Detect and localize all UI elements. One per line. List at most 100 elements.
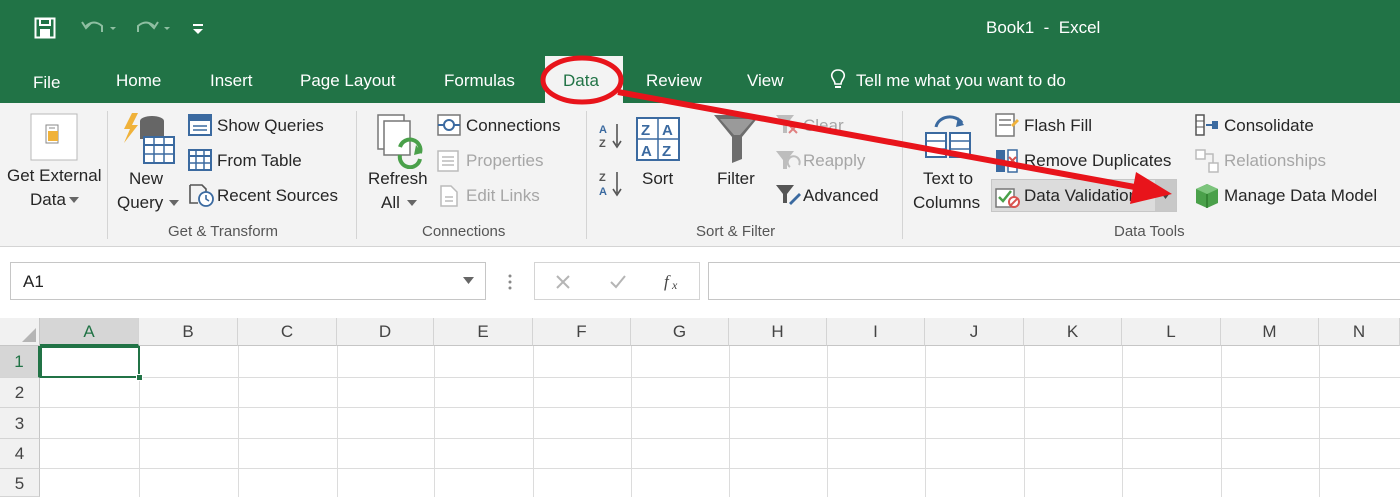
redo-icon[interactable] bbox=[132, 18, 172, 38]
from-table-icon[interactable] bbox=[188, 149, 212, 171]
flash-fill-icon[interactable] bbox=[995, 113, 1019, 137]
lightbulb-icon bbox=[830, 69, 846, 88]
connections-button[interactable]: Connections bbox=[466, 116, 561, 136]
refresh-all-label-1[interactable]: Refresh bbox=[368, 169, 428, 189]
name-box[interactable]: A1 bbox=[10, 262, 486, 300]
clear-button[interactable]: Clear bbox=[803, 116, 844, 136]
clear-filter-icon bbox=[776, 115, 798, 134]
formula-input[interactable] bbox=[708, 262, 1400, 300]
svg-text:f: f bbox=[664, 272, 671, 291]
row-header-5[interactable]: 5 bbox=[0, 469, 40, 497]
column-header-h[interactable]: H bbox=[729, 318, 827, 346]
column-header-c[interactable]: C bbox=[238, 318, 337, 346]
column-header-e[interactable]: E bbox=[434, 318, 533, 346]
tab-view[interactable]: View bbox=[747, 70, 784, 92]
customize-toolbar-icon[interactable] bbox=[190, 20, 206, 36]
data-validation-icon bbox=[995, 188, 1020, 208]
show-queries-button[interactable]: Show Queries bbox=[217, 116, 324, 136]
column-header-b[interactable]: B bbox=[139, 318, 238, 346]
column-header-j[interactable]: J bbox=[925, 318, 1024, 346]
advanced-button[interactable]: Advanced bbox=[803, 186, 879, 206]
recent-sources-icon[interactable] bbox=[188, 183, 214, 207]
column-header-a[interactable]: A bbox=[40, 318, 139, 346]
sort-z-to-a-icon[interactable]: Z A bbox=[598, 169, 624, 197]
chevron-down-icon[interactable] bbox=[463, 277, 474, 284]
sort-a-to-z-icon[interactable]: A Z bbox=[598, 121, 624, 149]
gridline bbox=[827, 346, 828, 497]
text-to-columns-label-2[interactable]: Columns bbox=[913, 193, 980, 213]
chevron-down-icon bbox=[1161, 193, 1170, 199]
undo-icon[interactable] bbox=[80, 18, 120, 38]
select-all-corner[interactable] bbox=[0, 318, 40, 346]
manage-data-model-button[interactable]: Manage Data Model bbox=[1224, 186, 1377, 206]
get-external-data-icon[interactable] bbox=[30, 113, 78, 163]
svg-text:A: A bbox=[662, 122, 673, 139]
splitter-icon[interactable] bbox=[507, 272, 513, 292]
text-to-columns-icon[interactable] bbox=[922, 113, 974, 165]
save-icon[interactable] bbox=[34, 17, 56, 39]
tab-formulas[interactable]: Formulas bbox=[444, 70, 515, 92]
column-header-f[interactable]: F bbox=[533, 318, 631, 346]
enter-check-icon[interactable] bbox=[609, 274, 627, 290]
fill-handle[interactable] bbox=[136, 374, 143, 381]
sort-icon[interactable]: Z A A Z bbox=[636, 117, 680, 161]
column-header-d[interactable]: D bbox=[337, 318, 434, 346]
row-header-1[interactable]: 1 bbox=[0, 346, 40, 378]
advanced-filter-icon[interactable] bbox=[775, 183, 801, 207]
gridline bbox=[729, 346, 730, 497]
flash-fill-button[interactable]: Flash Fill bbox=[1024, 116, 1092, 136]
data-validation-dropdown[interactable] bbox=[1155, 180, 1176, 211]
column-header-l[interactable]: L bbox=[1122, 318, 1221, 346]
filter-button[interactable]: Filter bbox=[717, 169, 755, 189]
group-label-get-transform: Get & Transform bbox=[168, 223, 279, 240]
text-to-columns-label-1[interactable]: Text to bbox=[923, 169, 973, 189]
filter-icon[interactable] bbox=[712, 111, 762, 165]
gridline bbox=[40, 438, 1400, 439]
edit-links-button[interactable]: Edit Links bbox=[466, 186, 540, 206]
active-cell-a1[interactable] bbox=[40, 346, 140, 378]
properties-button[interactable]: Properties bbox=[466, 151, 543, 171]
column-header-n[interactable]: N bbox=[1319, 318, 1400, 346]
new-query-icon[interactable] bbox=[120, 111, 176, 165]
row-header-4[interactable]: 4 bbox=[0, 439, 40, 469]
sort-button[interactable]: Sort bbox=[642, 169, 673, 189]
column-header-g[interactable]: G bbox=[631, 318, 729, 346]
chevron-down-icon bbox=[169, 200, 179, 206]
row-header-2[interactable]: 2 bbox=[0, 378, 40, 408]
remove-duplicates-icon[interactable] bbox=[995, 149, 1019, 173]
consolidate-icon[interactable] bbox=[1195, 114, 1219, 136]
tell-me-search[interactable]: Tell me what you want to do bbox=[856, 70, 1066, 92]
relationships-button[interactable]: Relationships bbox=[1224, 151, 1326, 171]
column-header-k[interactable]: K bbox=[1024, 318, 1122, 346]
column-header-m[interactable]: M bbox=[1221, 318, 1319, 346]
remove-duplicates-button[interactable]: Remove Duplicates bbox=[1024, 151, 1171, 171]
column-header-i[interactable]: I bbox=[827, 318, 925, 346]
tab-home[interactable]: Home bbox=[116, 70, 161, 92]
refresh-all-icon[interactable] bbox=[376, 113, 424, 169]
new-query-label-1[interactable]: New bbox=[129, 169, 163, 189]
svg-text:A: A bbox=[599, 124, 607, 136]
insert-function-icon[interactable]: f x bbox=[663, 271, 685, 293]
show-queries-icon[interactable] bbox=[188, 114, 212, 136]
cancel-icon[interactable] bbox=[555, 274, 571, 290]
manage-data-model-icon[interactable] bbox=[1195, 183, 1219, 209]
group-label-data-tools: Data Tools bbox=[1114, 223, 1185, 240]
tab-file[interactable]: File bbox=[33, 72, 60, 94]
new-query-label-2[interactable]: Query bbox=[117, 193, 163, 213]
tab-insert[interactable]: Insert bbox=[210, 70, 253, 92]
from-table-button[interactable]: From Table bbox=[217, 151, 302, 171]
row-header-3[interactable]: 3 bbox=[0, 408, 40, 439]
window-title: Book1 - Excel bbox=[986, 18, 1101, 37]
connections-icon[interactable] bbox=[437, 114, 461, 136]
gridline bbox=[40, 468, 1400, 469]
tab-data-active[interactable]: Data bbox=[545, 56, 623, 103]
reapply-button[interactable]: Reapply bbox=[803, 151, 865, 171]
tab-page-layout[interactable]: Page Layout bbox=[300, 70, 395, 92]
tab-review[interactable]: Review bbox=[646, 70, 702, 92]
data-validation-button[interactable]: Data Validation bbox=[991, 179, 1177, 212]
get-external-data-label-2[interactable]: Data bbox=[30, 190, 66, 210]
refresh-all-label-2[interactable]: All bbox=[381, 193, 400, 213]
get-external-data-label-1[interactable]: Get External bbox=[7, 166, 102, 186]
recent-sources-button[interactable]: Recent Sources bbox=[217, 186, 338, 206]
consolidate-button[interactable]: Consolidate bbox=[1224, 116, 1314, 136]
